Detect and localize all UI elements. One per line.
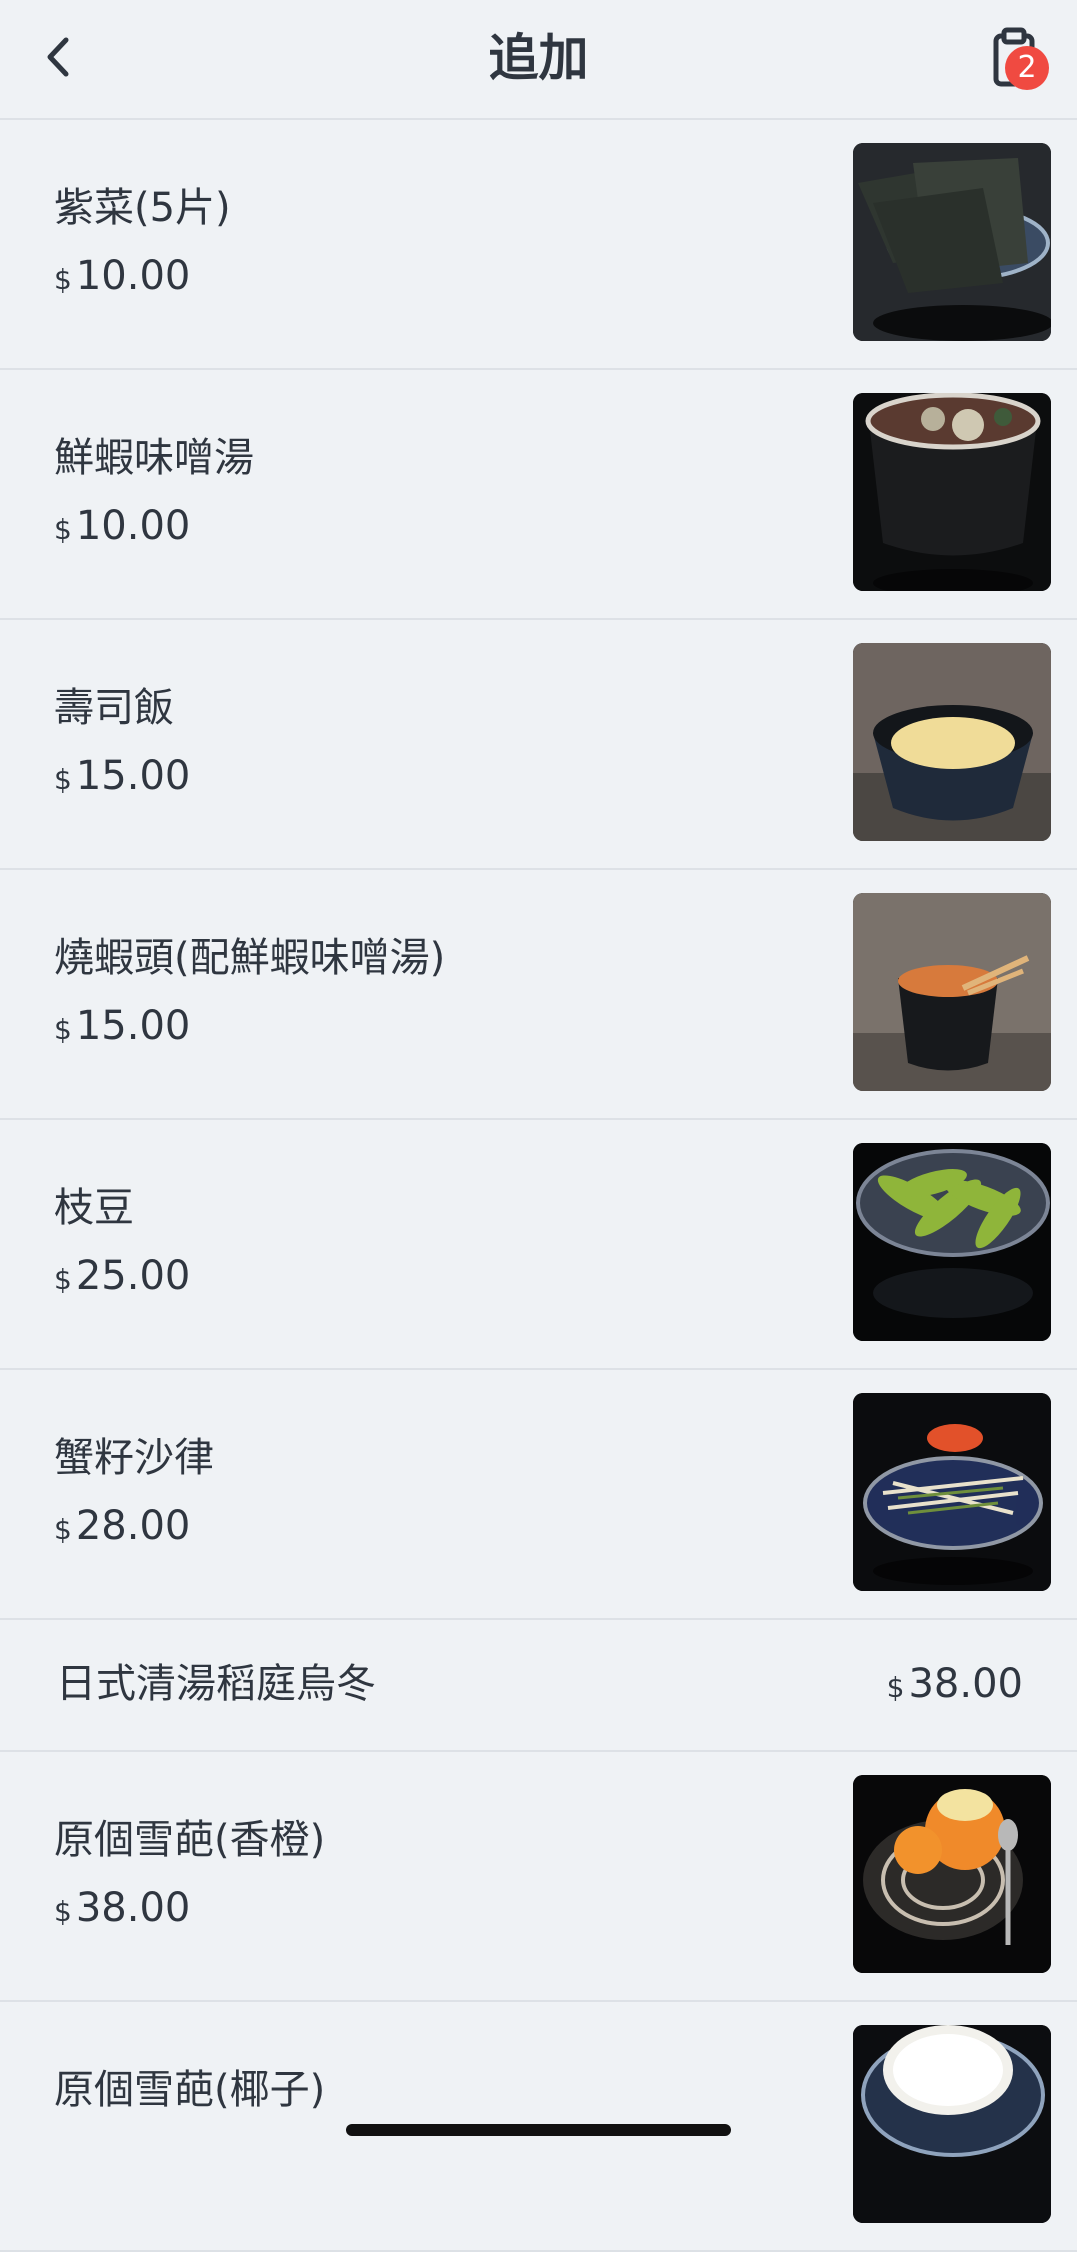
menu-item[interactable]: 日式清湯稻庭烏冬 $38.00: [0, 1620, 1077, 1752]
currency-symbol: $: [54, 513, 72, 546]
currency-symbol: $: [54, 263, 72, 296]
menu-item[interactable]: 枝豆 $25.00: [0, 1120, 1077, 1370]
item-price: $15.00: [54, 998, 190, 1058]
item-name: 日式清湯稻庭烏冬: [56, 1661, 376, 1707]
currency-symbol: $: [54, 1895, 72, 1928]
coconut-sorbet-image: [853, 2025, 1051, 2223]
menu-item[interactable]: 燒蝦頭(配鮮蝦味噌湯) $15.00: [0, 870, 1077, 1120]
price-value: 38.00: [75, 1885, 191, 1931]
item-price: $25.00: [54, 1248, 190, 1308]
price-value: 25.00: [75, 1253, 191, 1299]
item-name: 燒蝦頭(配鮮蝦味噌湯): [54, 935, 446, 981]
price-value: 28.00: [75, 1503, 191, 1549]
item-name: 鮮蝦味噌湯: [54, 435, 254, 481]
price-value: 15.00: [75, 753, 191, 799]
menu-item-list: 紫菜(5片) $10.00 鮮蝦味噌湯 $10.00 壽司飯 $ 15.00 燒…: [0, 120, 1077, 2252]
item-name: 原個雪葩(香橙): [54, 1817, 326, 1863]
item-name: 原個雪葩(椰子): [54, 2067, 326, 2113]
price-value: 38.00: [908, 1661, 1023, 1707]
price-value: 15.00: [75, 1003, 191, 1049]
item-price: $28.00: [54, 1498, 190, 1558]
currency-symbol: $: [54, 1263, 72, 1296]
item-price: $38.00: [54, 1880, 190, 1940]
currency-symbol: $: [54, 1513, 72, 1546]
item-price: $10.00: [54, 498, 190, 558]
menu-item[interactable]: 原個雪葩(香橙) $38.00: [0, 1752, 1077, 2002]
menu-item[interactable]: 蟹籽沙律 $28.00: [0, 1370, 1077, 1620]
sushi-rice-image: [853, 643, 1051, 841]
item-name: 枝豆: [54, 1185, 134, 1231]
orange-sorbet-image: [853, 1775, 1051, 1973]
item-name: 紫菜(5片): [54, 185, 231, 231]
item-name: 蟹籽沙律: [54, 1435, 214, 1481]
shrimp-head-soup-image: [853, 893, 1051, 1091]
currency-symbol: $: [54, 763, 72, 796]
home-indicator: [346, 2124, 731, 2136]
edamame-image: [853, 1143, 1051, 1341]
cart-count-badge: 2: [1005, 46, 1049, 90]
price-value: 10.00: [75, 503, 191, 549]
item-name: 壽司飯: [54, 685, 174, 731]
top-bar: 追加 2: [0, 0, 1077, 120]
item-price: $10.00: [54, 248, 190, 308]
menu-item[interactable]: 紫菜(5片) $10.00: [0, 120, 1077, 370]
currency-symbol: $: [886, 1671, 905, 1704]
item-price: $15.00: [54, 748, 190, 808]
menu-item[interactable]: 壽司飯 $15.00: [0, 620, 1077, 870]
seaweed-image: [853, 143, 1051, 341]
miso-soup-image: [853, 393, 1051, 591]
item-price: $38.00: [887, 1656, 1023, 1716]
menu-item[interactable]: 鮮蝦味噌湯 $10.00: [0, 370, 1077, 620]
crab-roe-salad-image: [853, 1393, 1051, 1591]
page-title: 追加: [488, 29, 589, 87]
price-value: 10.00: [75, 253, 191, 299]
currency-symbol: $: [54, 1013, 72, 1046]
